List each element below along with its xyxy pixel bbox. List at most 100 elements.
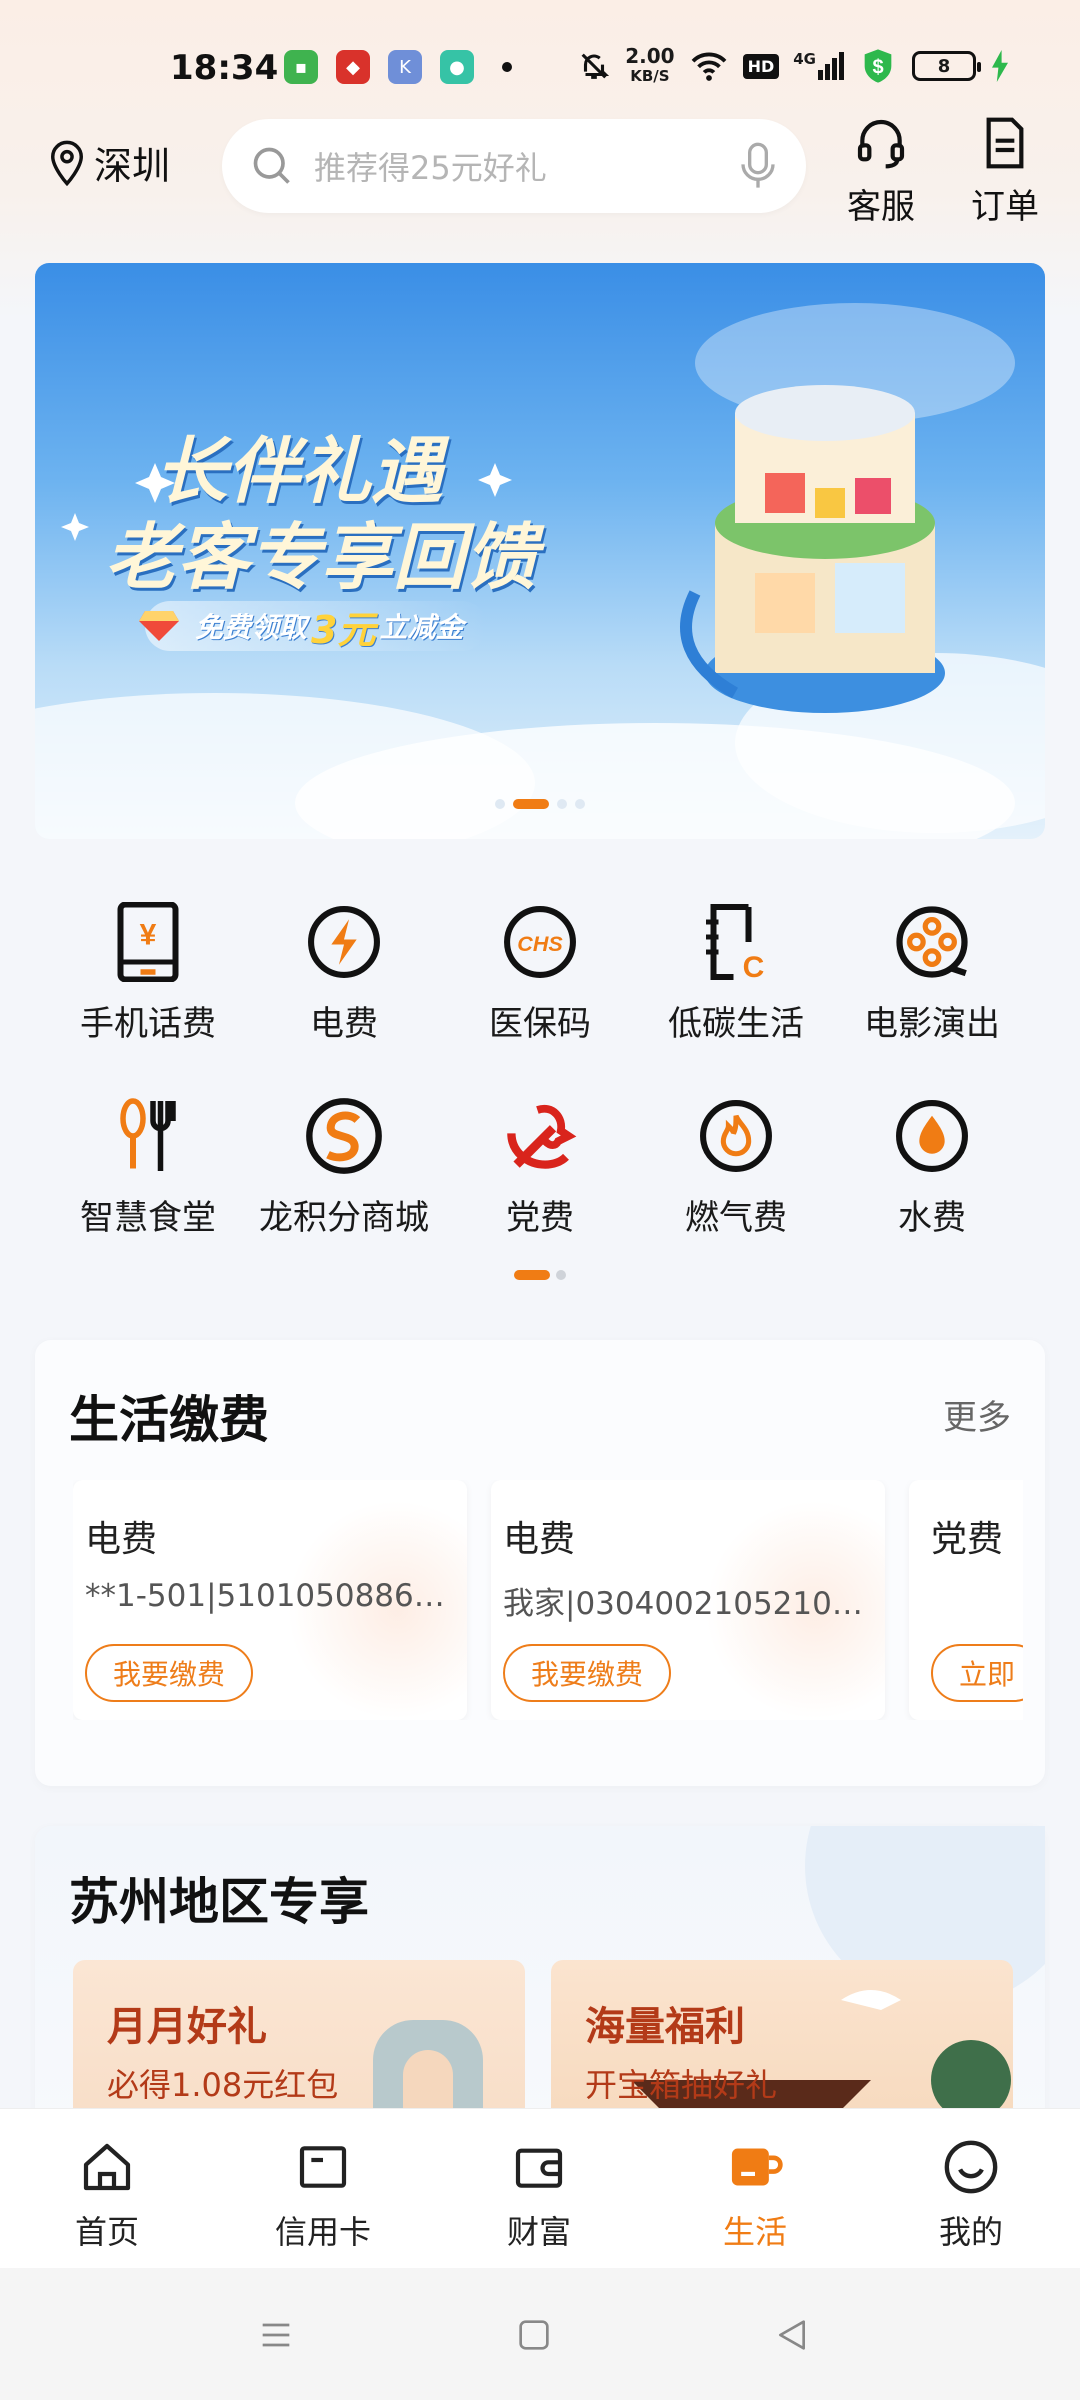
tab-wealth[interactable]: 财富 — [464, 2137, 614, 2253]
grid-item-party-fee[interactable]: 党费 — [442, 1094, 638, 1239]
headset-icon — [857, 119, 905, 169]
life-payment-more-link[interactable]: 更多 — [943, 1390, 1011, 1439]
banner-pagination — [35, 799, 1045, 809]
payment-item[interactable]: 党费 立即 — [909, 1480, 1023, 1720]
search-icon — [253, 147, 290, 184]
grid-item-points-mall[interactable]: 龙积分商城 — [246, 1094, 442, 1239]
k-app-icon: K — [388, 50, 422, 84]
customer-service-label: 客服 — [847, 187, 915, 227]
banner-dot — [495, 799, 505, 809]
home-icon — [77, 2137, 137, 2197]
banner-sub-suffix: 立减金 — [379, 611, 464, 644]
svg-text:C: C — [743, 951, 765, 982]
life-payment-card: 生活缴费 更多 电费 **1-501|51010508867... 我要缴费 电… — [35, 1340, 1045, 1786]
network-speed-unit: KB/S — [630, 67, 670, 85]
tab-mine[interactable]: 我的 — [896, 2137, 1046, 2253]
more-notifications-icon — [502, 62, 512, 72]
orders-label: 订单 — [971, 187, 1039, 227]
pay-now-button[interactable]: 我要缴费 — [503, 1644, 672, 1702]
smiley-face-icon — [941, 2137, 1001, 2197]
promo-title: 月月好礼 — [107, 2004, 267, 2050]
grid-item-canteen[interactable]: 智慧食堂 — [50, 1094, 246, 1239]
svg-text:$: $ — [872, 57, 883, 79]
pay-now-button[interactable]: 我要缴费 — [85, 1644, 254, 1702]
tab-life[interactable]: 生活 — [680, 2137, 830, 2253]
hd-badge: HD — [742, 53, 780, 79]
grid-item-gas-fee[interactable]: 燃气费 — [638, 1094, 834, 1239]
grid-dot-active — [514, 1270, 550, 1280]
grid-pagination — [0, 1270, 1080, 1280]
wallet-icon — [509, 2137, 569, 2197]
grid-item-film[interactable]: 电影演出 — [834, 900, 1030, 1045]
banner-dot — [557, 799, 567, 809]
grid-item-label: 手机话费 — [80, 1004, 216, 1044]
low-carbon-icon: C — [694, 900, 778, 984]
cellular-signal-icon: 4G — [793, 52, 844, 80]
promo-title: 海量福利 — [585, 2004, 745, 2050]
grid-item-label: 电费 — [310, 1004, 378, 1044]
orders-button[interactable]: 订单 — [960, 115, 1050, 228]
back-triangle-icon[interactable] — [762, 2310, 822, 2360]
promo-subtitle: 必得1.08元红包 — [107, 2066, 339, 2104]
bottom-navigation: 首页 信用卡 财富 生活 我的 — [0, 2108, 1080, 2268]
network-speed-value: 2.00 — [625, 44, 675, 68]
customer-service-button[interactable]: 客服 — [836, 115, 926, 228]
charging-icon — [992, 50, 1008, 82]
canteen-icon — [106, 1094, 190, 1178]
tab-home[interactable]: 首页 — [32, 2137, 182, 2253]
grid-item-label: 龙积分商城 — [259, 1198, 429, 1238]
tab-label: 财富 — [506, 2213, 571, 2251]
grid-item-water-fee[interactable]: 水费 — [834, 1094, 1030, 1239]
promo-banner[interactable]: 长伴礼遇 老客专享回馈 免费领取 3元 立减金 — [35, 263, 1045, 839]
payment-item-name: 电费 — [85, 1519, 158, 1560]
network-type: 4G — [793, 50, 816, 68]
search-input[interactable]: 推荐得25元好礼 — [222, 119, 806, 213]
tab-label: 我的 — [938, 2213, 1003, 2251]
coffee-cup-icon — [725, 2137, 785, 2197]
red-gem-icon — [139, 611, 179, 641]
grid-item-label: 低碳生活 — [668, 1004, 804, 1044]
grid-item-electricity[interactable]: 电费 — [246, 900, 442, 1045]
network-speed: 2.00 KB/S — [625, 46, 674, 86]
payment-item[interactable]: 电费 我家|03040021052103... 我要缴费 — [491, 1480, 885, 1720]
points-mall-icon — [302, 1094, 386, 1178]
message-app-icon: ▪ — [284, 50, 318, 84]
banner-title: 长伴礼遇 老客专享回馈 — [105, 428, 537, 600]
top-header: 深圳 推荐得25元好礼 客服 订单 — [0, 115, 1080, 227]
menu-icon[interactable] — [246, 2310, 306, 2360]
search-placeholder: 推荐得25元好礼 — [314, 149, 547, 187]
pay-now-button[interactable]: 立即 — [931, 1644, 1023, 1702]
grid-item-medical[interactable]: CHS 医保码 — [442, 900, 638, 1045]
microphone-icon[interactable] — [738, 141, 778, 191]
credit-card-icon — [293, 2137, 353, 2197]
regional-title: 苏州地区专享 — [69, 1873, 369, 1931]
tab-label: 生活 — [722, 2213, 787, 2251]
grid-item-label: 医保码 — [489, 1004, 591, 1044]
notification-icons: ▪ ◆ K ● — [284, 50, 512, 84]
red-envelope-app-icon: ◆ — [336, 50, 370, 84]
payment-item-account: **1-501|51010508867... — [85, 1578, 445, 1614]
system-navigation-bar — [0, 2268, 1080, 2400]
chat-app-icon: ● — [440, 50, 474, 84]
payment-item-name: 党费 — [931, 1519, 1004, 1560]
grid-item-label: 智慧食堂 — [80, 1198, 216, 1238]
grid-item-low-carbon[interactable]: C 低碳生活 — [638, 900, 834, 1045]
medical-insurance-icon: CHS — [498, 900, 582, 984]
home-square-icon[interactable] — [504, 2310, 564, 2360]
tab-label: 首页 — [74, 2213, 139, 2251]
banner-sub-prefix: 免费领取 — [195, 611, 308, 644]
payment-item[interactable]: 电费 **1-501|51010508867... 我要缴费 — [73, 1480, 467, 1720]
grid-item-label: 燃气费 — [685, 1198, 787, 1238]
payment-item-name: 电费 — [503, 1519, 576, 1560]
banner-dot-active — [513, 799, 549, 809]
gas-fee-icon — [694, 1094, 778, 1178]
grid-item-label: 电影演出 — [864, 1004, 1000, 1044]
payment-items-row[interactable]: 电费 **1-501|51010508867... 我要缴费 电费 我家|030… — [73, 1480, 1023, 1720]
grid-item-phone-bill[interactable]: ¥ 手机话费 — [50, 900, 246, 1045]
location-selector[interactable]: 深圳 — [48, 135, 170, 190]
banner-title-line2: 老客专享回馈 — [105, 514, 538, 599]
tab-credit-card[interactable]: 信用卡 — [248, 2137, 398, 2253]
banner-sub-amount: 3元 — [311, 607, 376, 652]
location-pin-icon — [51, 140, 83, 186]
electricity-icon — [302, 900, 386, 984]
